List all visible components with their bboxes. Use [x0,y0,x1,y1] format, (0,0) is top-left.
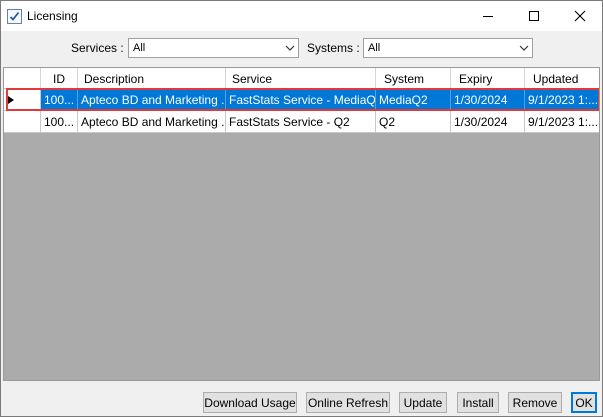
cell-description[interactable]: Apteco BD and Marketing ... [78,111,226,133]
cell-system[interactable]: Q2 [376,111,451,133]
services-label: Services : [71,41,124,55]
grid-header: ID Description Service System Expiry Upd… [4,68,599,89]
filter-bar: Services : All Systems : All [1,31,602,67]
cell-description[interactable]: Apteco BD and Marketing ... [78,89,226,111]
maximize-button[interactable] [511,1,557,31]
cell-service[interactable]: FastStats Service - MediaQ2 [226,89,376,111]
button-bar: Download Usage Online Refresh Update Ins… [1,381,602,416]
services-selected-value: All [133,42,146,54]
grid-corner-cell[interactable] [4,68,41,89]
column-header-id[interactable]: ID [41,68,78,89]
licenses-grid[interactable]: ID Description Service System Expiry Upd… [3,67,600,381]
update-button[interactable]: Update [399,392,447,413]
column-header-system[interactable]: System [376,68,451,89]
title-bar[interactable]: Licensing [1,1,602,31]
services-dropdown[interactable]: All [128,38,299,58]
systems-dropdown[interactable]: All [363,38,533,58]
cell-id[interactable]: 100... [41,89,78,111]
column-header-updated[interactable]: Updated [525,68,599,89]
minimize-icon [483,16,493,17]
app-check-icon [7,9,22,24]
chevron-down-icon [519,45,529,51]
minimize-button[interactable] [465,1,511,31]
column-header-description[interactable]: Description [78,68,226,89]
cell-system[interactable]: MediaQ2 [376,89,451,111]
table-row[interactable]: 100... Apteco BD and Marketing ... FastS… [4,111,599,133]
cell-expiry[interactable]: 1/30/2024 [451,111,525,133]
install-button[interactable]: Install [457,392,499,413]
row-pointer-icon [8,96,14,104]
online-refresh-button[interactable]: Online Refresh [306,392,390,413]
cell-updated[interactable]: 9/1/2023 1:... [525,111,599,133]
cell-updated[interactable]: 9/1/2023 1:... [525,89,599,111]
close-icon [574,10,586,22]
cell-id[interactable]: 100... [41,111,78,133]
column-header-service[interactable]: Service [226,68,376,89]
row-header[interactable] [4,111,41,133]
remove-button[interactable]: Remove [508,392,562,413]
licensing-window: Licensing Services : All Systems : All I… [0,0,603,417]
maximize-icon [529,11,539,21]
cell-expiry[interactable]: 1/30/2024 [451,89,525,111]
column-header-expiry[interactable]: Expiry [451,68,525,89]
row-header[interactable] [4,89,41,111]
ok-button[interactable]: OK [571,392,597,413]
download-usage-button[interactable]: Download Usage [203,392,297,413]
close-button[interactable] [557,1,602,31]
systems-selected-value: All [368,42,381,54]
window-title: Licensing [27,9,78,23]
table-row[interactable]: 100... Apteco BD and Marketing ... FastS… [4,89,599,111]
chevron-down-icon [285,45,295,51]
systems-label: Systems : [307,41,360,55]
cell-service[interactable]: FastStats Service - Q2 [226,111,376,133]
